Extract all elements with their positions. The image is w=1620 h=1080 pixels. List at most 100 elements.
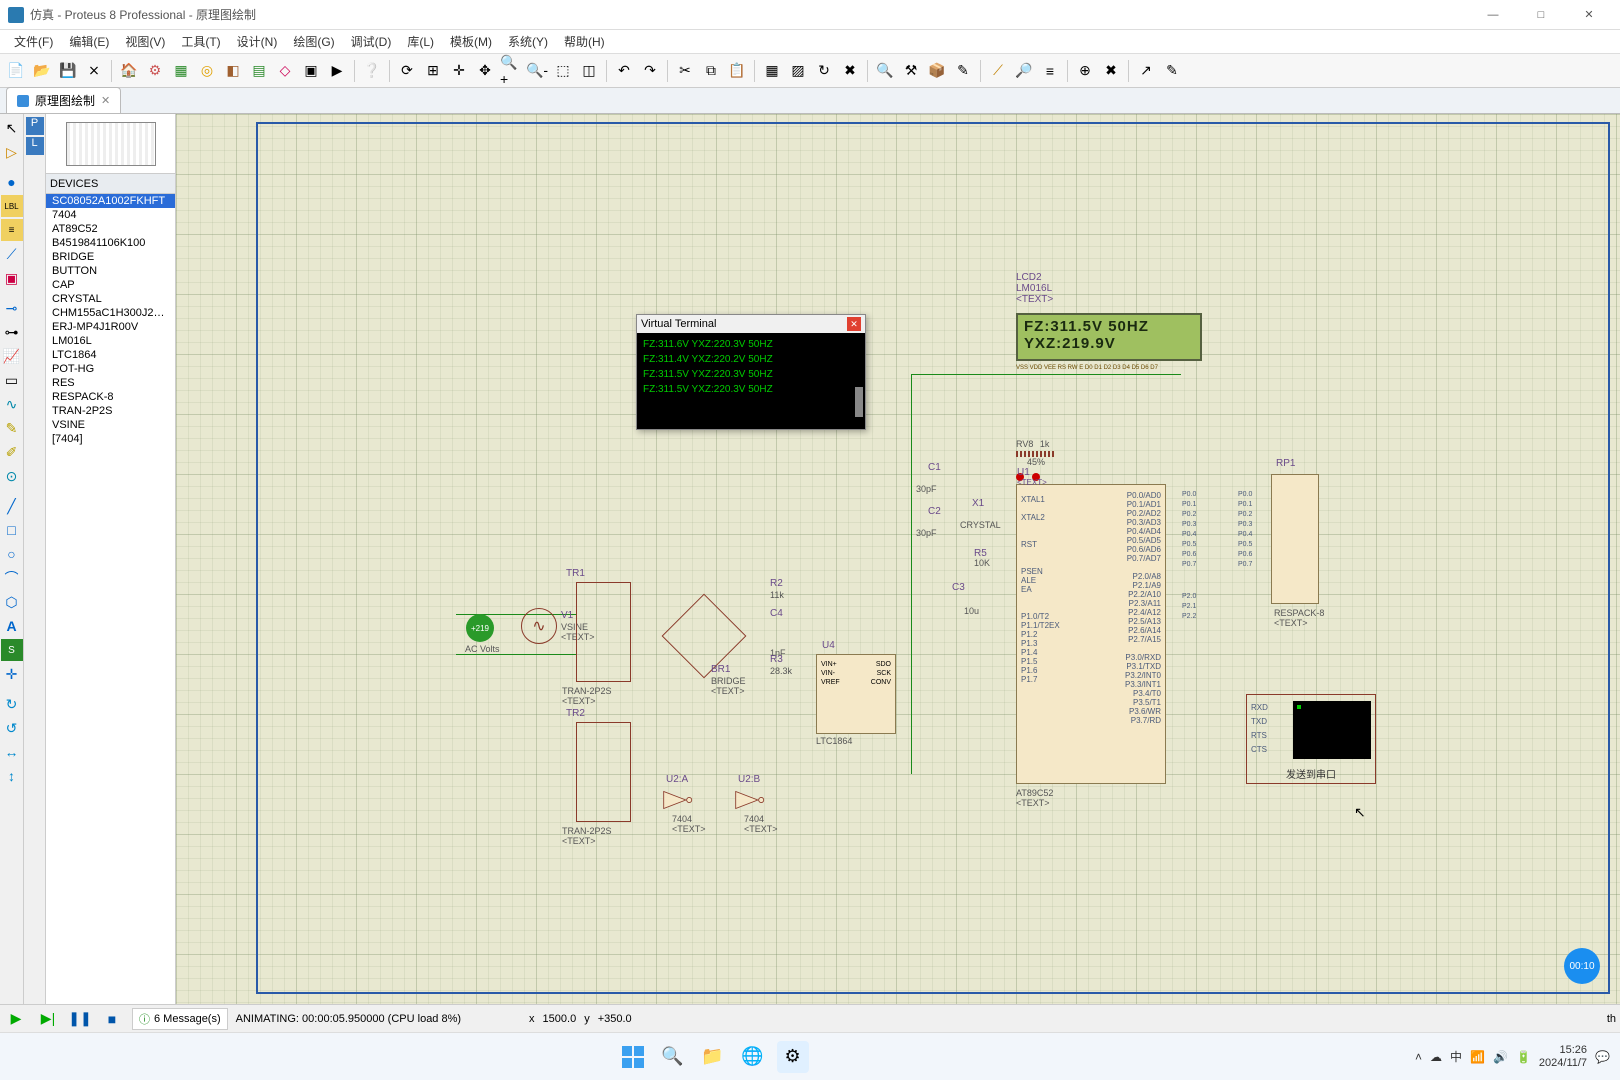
origin-button[interactable]: ✛ <box>447 59 471 83</box>
cut-button[interactable]: ✂ <box>673 59 697 83</box>
junction-dot-icon[interactable]: ● <box>1 171 23 193</box>
wire-label-icon[interactable]: LBL <box>1 195 23 217</box>
zoom-area-button[interactable]: ◫ <box>577 59 601 83</box>
bom-button[interactable]: ▤ <box>247 59 271 83</box>
marker-icon[interactable]: ✛ <box>1 663 23 685</box>
menu-template[interactable]: 模板(M) <box>442 31 500 52</box>
tray-onedrive-icon[interactable]: ☁ <box>1430 1050 1442 1064</box>
step-button[interactable]: ▶| <box>36 1008 60 1030</box>
close-icon[interactable]: ✕ <box>847 317 861 331</box>
device-pin-icon[interactable]: ⊶ <box>1 321 23 343</box>
3d-button[interactable]: ◎ <box>195 59 219 83</box>
taskbar-edge-icon[interactable]: 🌐 <box>737 1041 769 1073</box>
messages-box[interactable]: ⓘ 6 Message(s) <box>132 1008 228 1030</box>
virtual-terminal-titlebar[interactable]: Virtual Terminal ✕ <box>637 315 865 333</box>
gerber-button[interactable]: ◧ <box>221 59 245 83</box>
device-item[interactable]: RESPACK-8 <box>46 390 175 404</box>
pan-button[interactable]: ✥ <box>473 59 497 83</box>
device-item[interactable]: ERJ-MP4J1R00V <box>46 320 175 334</box>
device-item[interactable]: TRAN-2P2S <box>46 404 175 418</box>
device-item[interactable]: VSINE <box>46 418 175 432</box>
wire-autoroute-button[interactable]: ⟋ <box>986 59 1010 83</box>
tray-chevron-icon[interactable]: ˄ <box>1415 1050 1422 1064</box>
circle-icon[interactable]: ○ <box>1 543 23 565</box>
box-icon[interactable]: □ <box>1 519 23 541</box>
tray-volume-icon[interactable]: 🔊 <box>1493 1050 1508 1064</box>
start-button[interactable] <box>617 1041 649 1073</box>
help-button[interactable]: ❔ <box>360 59 384 83</box>
block-copy-button[interactable]: ▦ <box>760 59 784 83</box>
device-item[interactable]: CRYSTAL <box>46 292 175 306</box>
device-item[interactable]: [7404] <box>46 432 175 446</box>
rotate-cw-icon[interactable]: ↻ <box>1 693 23 715</box>
device-item[interactable]: POT-HG <box>46 362 175 376</box>
mirror-x-icon[interactable]: ↔ <box>1 741 23 763</box>
schematic-button[interactable]: ⚙ <box>143 59 167 83</box>
menu-library[interactable]: 库(L) <box>399 31 442 52</box>
selection-mode-icon[interactable]: ↖ <box>1 117 23 139</box>
device-item[interactable]: BUTTON <box>46 264 175 278</box>
redraw-button[interactable]: ⟳ <box>395 59 419 83</box>
new-button[interactable]: 📄 <box>4 59 28 83</box>
voltage-probe-icon[interactable]: ✎ <box>1 417 23 439</box>
open-button[interactable]: 📂 <box>30 59 54 83</box>
path-icon[interactable]: ⬡ <box>1 591 23 613</box>
transformer-tr2[interactable] <box>576 722 631 822</box>
bill-of-materials-button[interactable]: ✎ <box>1160 59 1184 83</box>
transformer-tr1[interactable] <box>576 582 631 682</box>
device-item[interactable]: RES <box>46 376 175 390</box>
menu-file[interactable]: 文件(F) <box>6 31 61 52</box>
tab-schematic[interactable]: 原理图绘制 ✕ <box>6 87 121 113</box>
home-button[interactable]: 🏠 <box>117 59 141 83</box>
device-item[interactable]: LTC1864 <box>46 348 175 362</box>
device-item[interactable]: CHM155aC1H300J201D <box>46 306 175 320</box>
zoom-in-button[interactable]: 🔍+ <box>499 59 523 83</box>
close-button[interactable]: ✕ <box>1566 3 1612 27</box>
not-gate-u2a[interactable] <box>662 788 696 812</box>
line-icon[interactable]: ╱ <box>1 495 23 517</box>
maximize-button[interactable]: □ <box>1518 3 1564 27</box>
tab-close-icon[interactable]: ✕ <box>101 94 110 107</box>
lcd-component[interactable]: LCD2 LM016L <TEXT> FZ:311.5V 50HZ YXZ:21… <box>1016 272 1206 371</box>
zoom-all-button[interactable]: ⬚ <box>551 59 575 83</box>
tray-clock[interactable]: 15:26 2024/11/7 <box>1539 1044 1587 1070</box>
menu-help[interactable]: 帮助(H) <box>556 31 613 52</box>
undo-button[interactable]: ↶ <box>612 59 636 83</box>
copy-button[interactable]: ⧉ <box>699 59 723 83</box>
new-sheet-button[interactable]: ⊕ <box>1073 59 1097 83</box>
grid-button[interactable]: ⊞ <box>421 59 445 83</box>
taskbar-search-icon[interactable]: 🔍 <box>657 1041 689 1073</box>
play-button[interactable]: ▶ <box>4 1008 28 1030</box>
menu-graph[interactable]: 绘图(G) <box>285 31 342 52</box>
menu-edit[interactable]: 编辑(E) <box>61 31 117 52</box>
code-button[interactable]: ◇ <box>273 59 297 83</box>
device-item[interactable]: AT89C52 <box>46 222 175 236</box>
mirror-y-icon[interactable]: ↕ <box>1 765 23 787</box>
tape-icon[interactable]: ▭ <box>1 369 23 391</box>
zoom-out-button[interactable]: 🔍- <box>525 59 549 83</box>
block-delete-button[interactable]: ✖ <box>838 59 862 83</box>
resistor-pack-component[interactable] <box>1271 474 1319 604</box>
taskbar-explorer-icon[interactable]: 📁 <box>697 1041 729 1073</box>
exit-to-parent-button[interactable]: ↗ <box>1134 59 1158 83</box>
tray-notifications-icon[interactable]: 💬 <box>1595 1050 1610 1064</box>
redo-button[interactable]: ↷ <box>638 59 662 83</box>
block-move-button[interactable]: ▨ <box>786 59 810 83</box>
device-item[interactable]: SC08052A1002FKHFT <box>46 194 175 208</box>
paste-button[interactable]: 📋 <box>725 59 749 83</box>
menu-system[interactable]: 系统(Y) <box>500 31 556 52</box>
menu-tools[interactable]: 工具(T) <box>173 31 228 52</box>
terminal-icon[interactable]: ⊸ <box>1 297 23 319</box>
tray-ime[interactable]: 中 <box>1450 1048 1462 1065</box>
menu-design[interactable]: 设计(N) <box>229 31 286 52</box>
close-project-button[interactable]: ⨯ <box>82 59 106 83</box>
p-button-icon[interactable]: P <box>26 117 44 135</box>
text-script-icon[interactable]: ≡ <box>1 219 23 241</box>
block-rotate-button[interactable]: ↻ <box>812 59 836 83</box>
mcu-component[interactable]: U1 <TEXT> XTAL1 XTAL2 RST PSEN ALE EA P1… <box>1016 484 1166 784</box>
device-list[interactable]: SC08052A1002FKHFT 7404 AT89C52 B45198411… <box>46 194 175 1004</box>
schematic-canvas[interactable]: Virtual Terminal ✕ FZ:311.6V YXZ:220.3V … <box>176 114 1620 1004</box>
not-gate-u2b[interactable] <box>734 788 768 812</box>
device-item[interactable]: 7404 <box>46 208 175 222</box>
arc-icon[interactable]: ⌒ <box>1 567 23 589</box>
